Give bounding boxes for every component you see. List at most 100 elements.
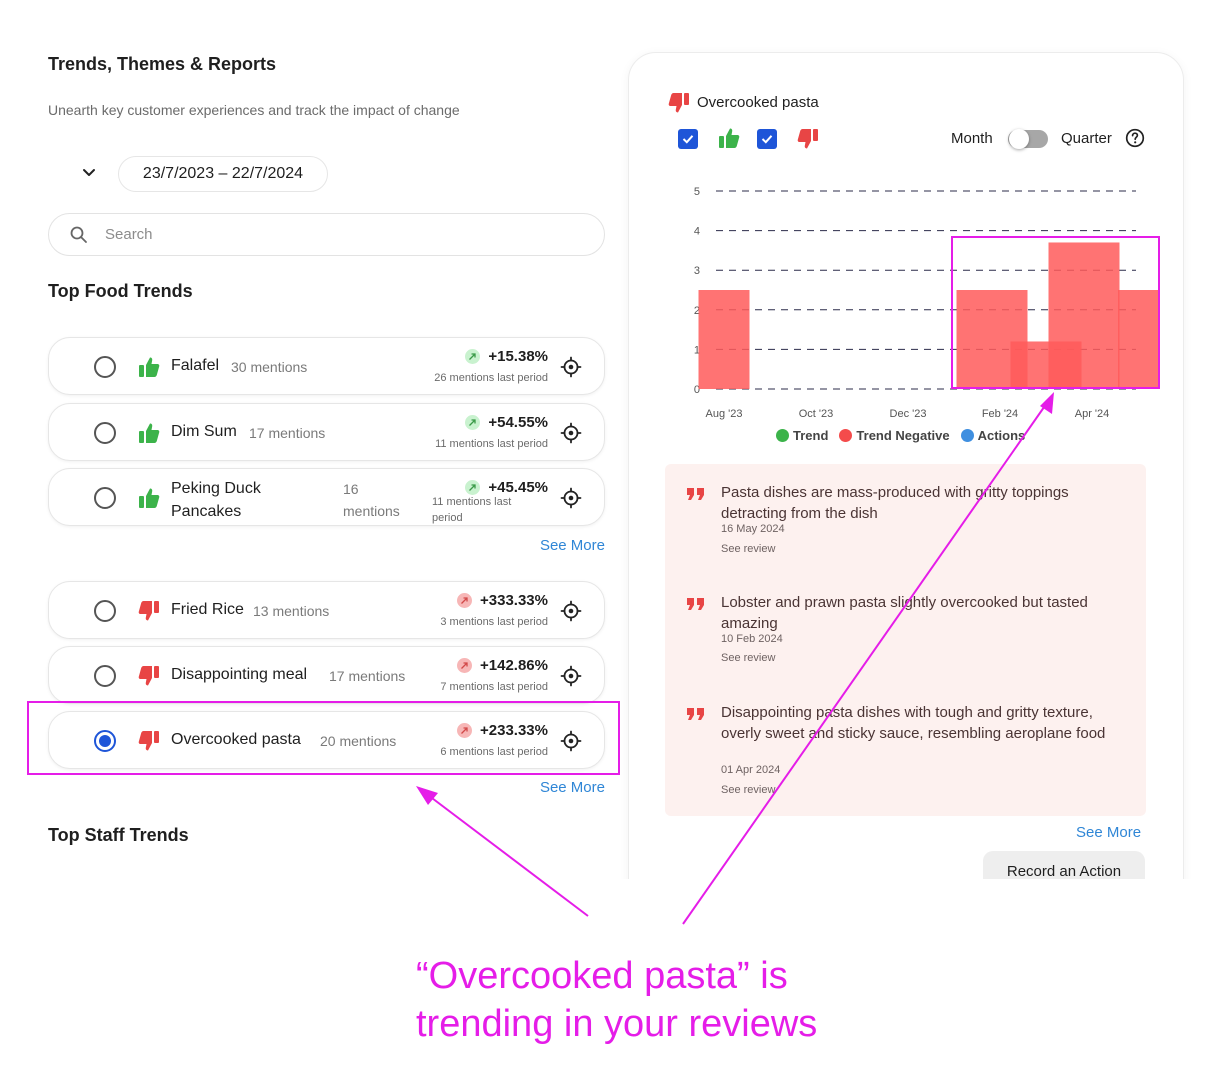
search-icon <box>70 226 87 243</box>
trend-last-period: 11 mentions last period <box>432 496 512 524</box>
legend-label: Actions <box>977 428 1026 443</box>
x-tick-label: Dec '23 <box>890 408 927 420</box>
thumbs-up-icon <box>139 357 160 377</box>
trend-up-icon <box>457 723 473 738</box>
thumbs-down-icon <box>797 129 818 149</box>
review-list: Pasta dishes are mass-produced with grit… <box>665 464 1146 816</box>
legend-label: Trend Negative <box>856 428 950 443</box>
y-tick-label: 3 <box>694 265 700 277</box>
period-toggle[interactable] <box>1008 129 1048 149</box>
quote-icon <box>687 488 704 500</box>
caption-line: trending in your reviews <box>416 1003 818 1045</box>
detail-title: Overcooked pasta <box>697 94 819 111</box>
legend-label: Trend <box>793 428 829 443</box>
trend-card-fried-rice[interactable]: Fried Rice 13 mentions +333.33% 3 mentio… <box>48 581 605 639</box>
arrow-head-left <box>416 786 438 805</box>
see-review-link[interactable]: See review <box>721 652 775 664</box>
thumbs-up-icon <box>719 128 740 148</box>
legend-item-trend-negative[interactable]: Trend Negative <box>839 428 950 443</box>
radio-button[interactable] <box>94 487 116 509</box>
legend-item-actions[interactable]: Actions <box>960 428 1026 443</box>
radio-button-selected[interactable] <box>94 730 116 752</box>
negative-filter-checkbox[interactable] <box>757 129 777 149</box>
chart-legend: Trend Trend Negative Actions <box>776 428 1036 443</box>
see-more-reviews-link[interactable]: See More <box>1076 824 1141 841</box>
chart-bar[interactable] <box>1118 290 1160 389</box>
search-input[interactable] <box>105 226 505 243</box>
chart-bar[interactable] <box>698 290 750 389</box>
thumbs-down-icon <box>138 601 159 621</box>
trend-card-overcooked-pasta[interactable]: Overcooked pasta 20 mentions +233.33% 6 … <box>48 711 605 769</box>
see-review-link[interactable]: See review <box>721 784 775 796</box>
see-more-positive-link[interactable]: See More <box>540 537 605 554</box>
caption-line: “Overcooked pasta” is <box>416 955 788 997</box>
trend-percent: +333.33% <box>480 592 548 609</box>
toggle-knob <box>1009 129 1029 149</box>
trend-mentions: 30 mentions <box>231 359 308 375</box>
trend-change: +142.86% <box>457 657 548 674</box>
trend-change: +333.33% <box>457 592 548 609</box>
radio-button[interactable] <box>94 422 116 444</box>
see-more-negative-link[interactable]: See More <box>540 779 605 796</box>
legend-dot <box>960 429 974 442</box>
trend-card-falafel[interactable]: Falafel 30 mentions +15.38% 26 mentions … <box>48 337 605 395</box>
date-range-picker[interactable]: 23/7/2023 – 22/7/2024 <box>118 156 328 192</box>
target-icon[interactable] <box>560 487 582 509</box>
trend-last-period: 6 mentions last period <box>440 746 548 758</box>
radio-button[interactable] <box>94 665 116 687</box>
trend-up-icon <box>465 415 481 430</box>
target-icon[interactable] <box>560 730 582 752</box>
thumbs-down-icon <box>138 666 159 686</box>
x-tick-label: Oct '23 <box>799 408 834 420</box>
review-date: 01 Apr 2024 <box>721 764 781 776</box>
trend-card-dim-sum[interactable]: Dim Sum 17 mentions +54.55% 11 mentions … <box>48 403 605 461</box>
food-trends-title: Top Food Trends <box>48 281 193 301</box>
trend-up-icon <box>457 593 473 608</box>
see-review-link[interactable]: See review <box>721 543 775 555</box>
check-icon <box>682 135 694 144</box>
trend-change: +15.38% <box>465 348 548 365</box>
quote-icon <box>687 708 704 720</box>
review-date: 10 Feb 2024 <box>721 633 783 645</box>
radio-button[interactable] <box>94 356 116 378</box>
trend-mentions: 16 mentions <box>343 481 400 519</box>
trend-card-peking-duck[interactable]: Peking Duck Pancakes 16 mentions +45.45%… <box>48 468 605 526</box>
legend-dot <box>776 429 789 442</box>
thumbs-up-icon <box>139 488 160 508</box>
trend-card-disappointing-meal[interactable]: Disappointing meal 17 mentions +142.86% … <box>48 646 605 704</box>
target-icon[interactable] <box>560 356 582 378</box>
radio-button[interactable] <box>94 600 116 622</box>
annotation-caption: “Overcooked pasta” is trending in your r… <box>416 952 817 1048</box>
target-icon[interactable] <box>560 600 582 622</box>
x-tick-label: Aug '23 <box>706 408 743 420</box>
trend-change: +54.55% <box>465 414 548 431</box>
target-icon[interactable] <box>560 422 582 444</box>
positive-filter-checkbox[interactable] <box>678 129 698 149</box>
help-icon[interactable] <box>1125 128 1145 148</box>
trend-percent: +15.38% <box>488 348 548 365</box>
search-bar[interactable] <box>48 213 605 256</box>
trend-last-period: 3 mentions last period <box>440 616 548 628</box>
chart-bar[interactable] <box>1048 242 1120 389</box>
trend-name: Overcooked pasta <box>171 731 301 748</box>
trend-bar-chart: 012345Aug '23 Oct '23 Dec '23 Feb '24 Apr '2… <box>694 186 1160 420</box>
legend-item-trend[interactable]: Trend <box>776 428 828 443</box>
trend-up-icon <box>457 658 473 673</box>
page-title: Trends, Themes & Reports <box>48 54 277 74</box>
trend-last-period: 7 mentions last period <box>440 681 548 693</box>
trend-mentions: 17 mentions <box>249 425 326 441</box>
page-subtitle: Unearth key customer experiences and tra… <box>48 102 460 118</box>
trend-mentions: 13 mentions <box>253 603 330 619</box>
target-icon[interactable] <box>560 665 582 687</box>
trend-percent: +142.86% <box>480 657 548 674</box>
trend-name: Fried Rice <box>171 601 244 618</box>
check-icon <box>761 135 773 144</box>
review-text: Lobster and prawn pasta slightly overcoo… <box>721 594 1088 632</box>
review-text: Pasta dishes are mass-produced with grit… <box>721 484 1069 522</box>
trend-mentions: 17 mentions <box>329 668 406 684</box>
y-tick-label: 5 <box>694 186 700 198</box>
trend-name: Dim Sum <box>171 423 237 440</box>
chevron-down-icon[interactable] <box>80 164 98 182</box>
thumbs-down-icon <box>138 731 159 751</box>
staff-trends-title: Top Staff Trends <box>48 825 189 845</box>
